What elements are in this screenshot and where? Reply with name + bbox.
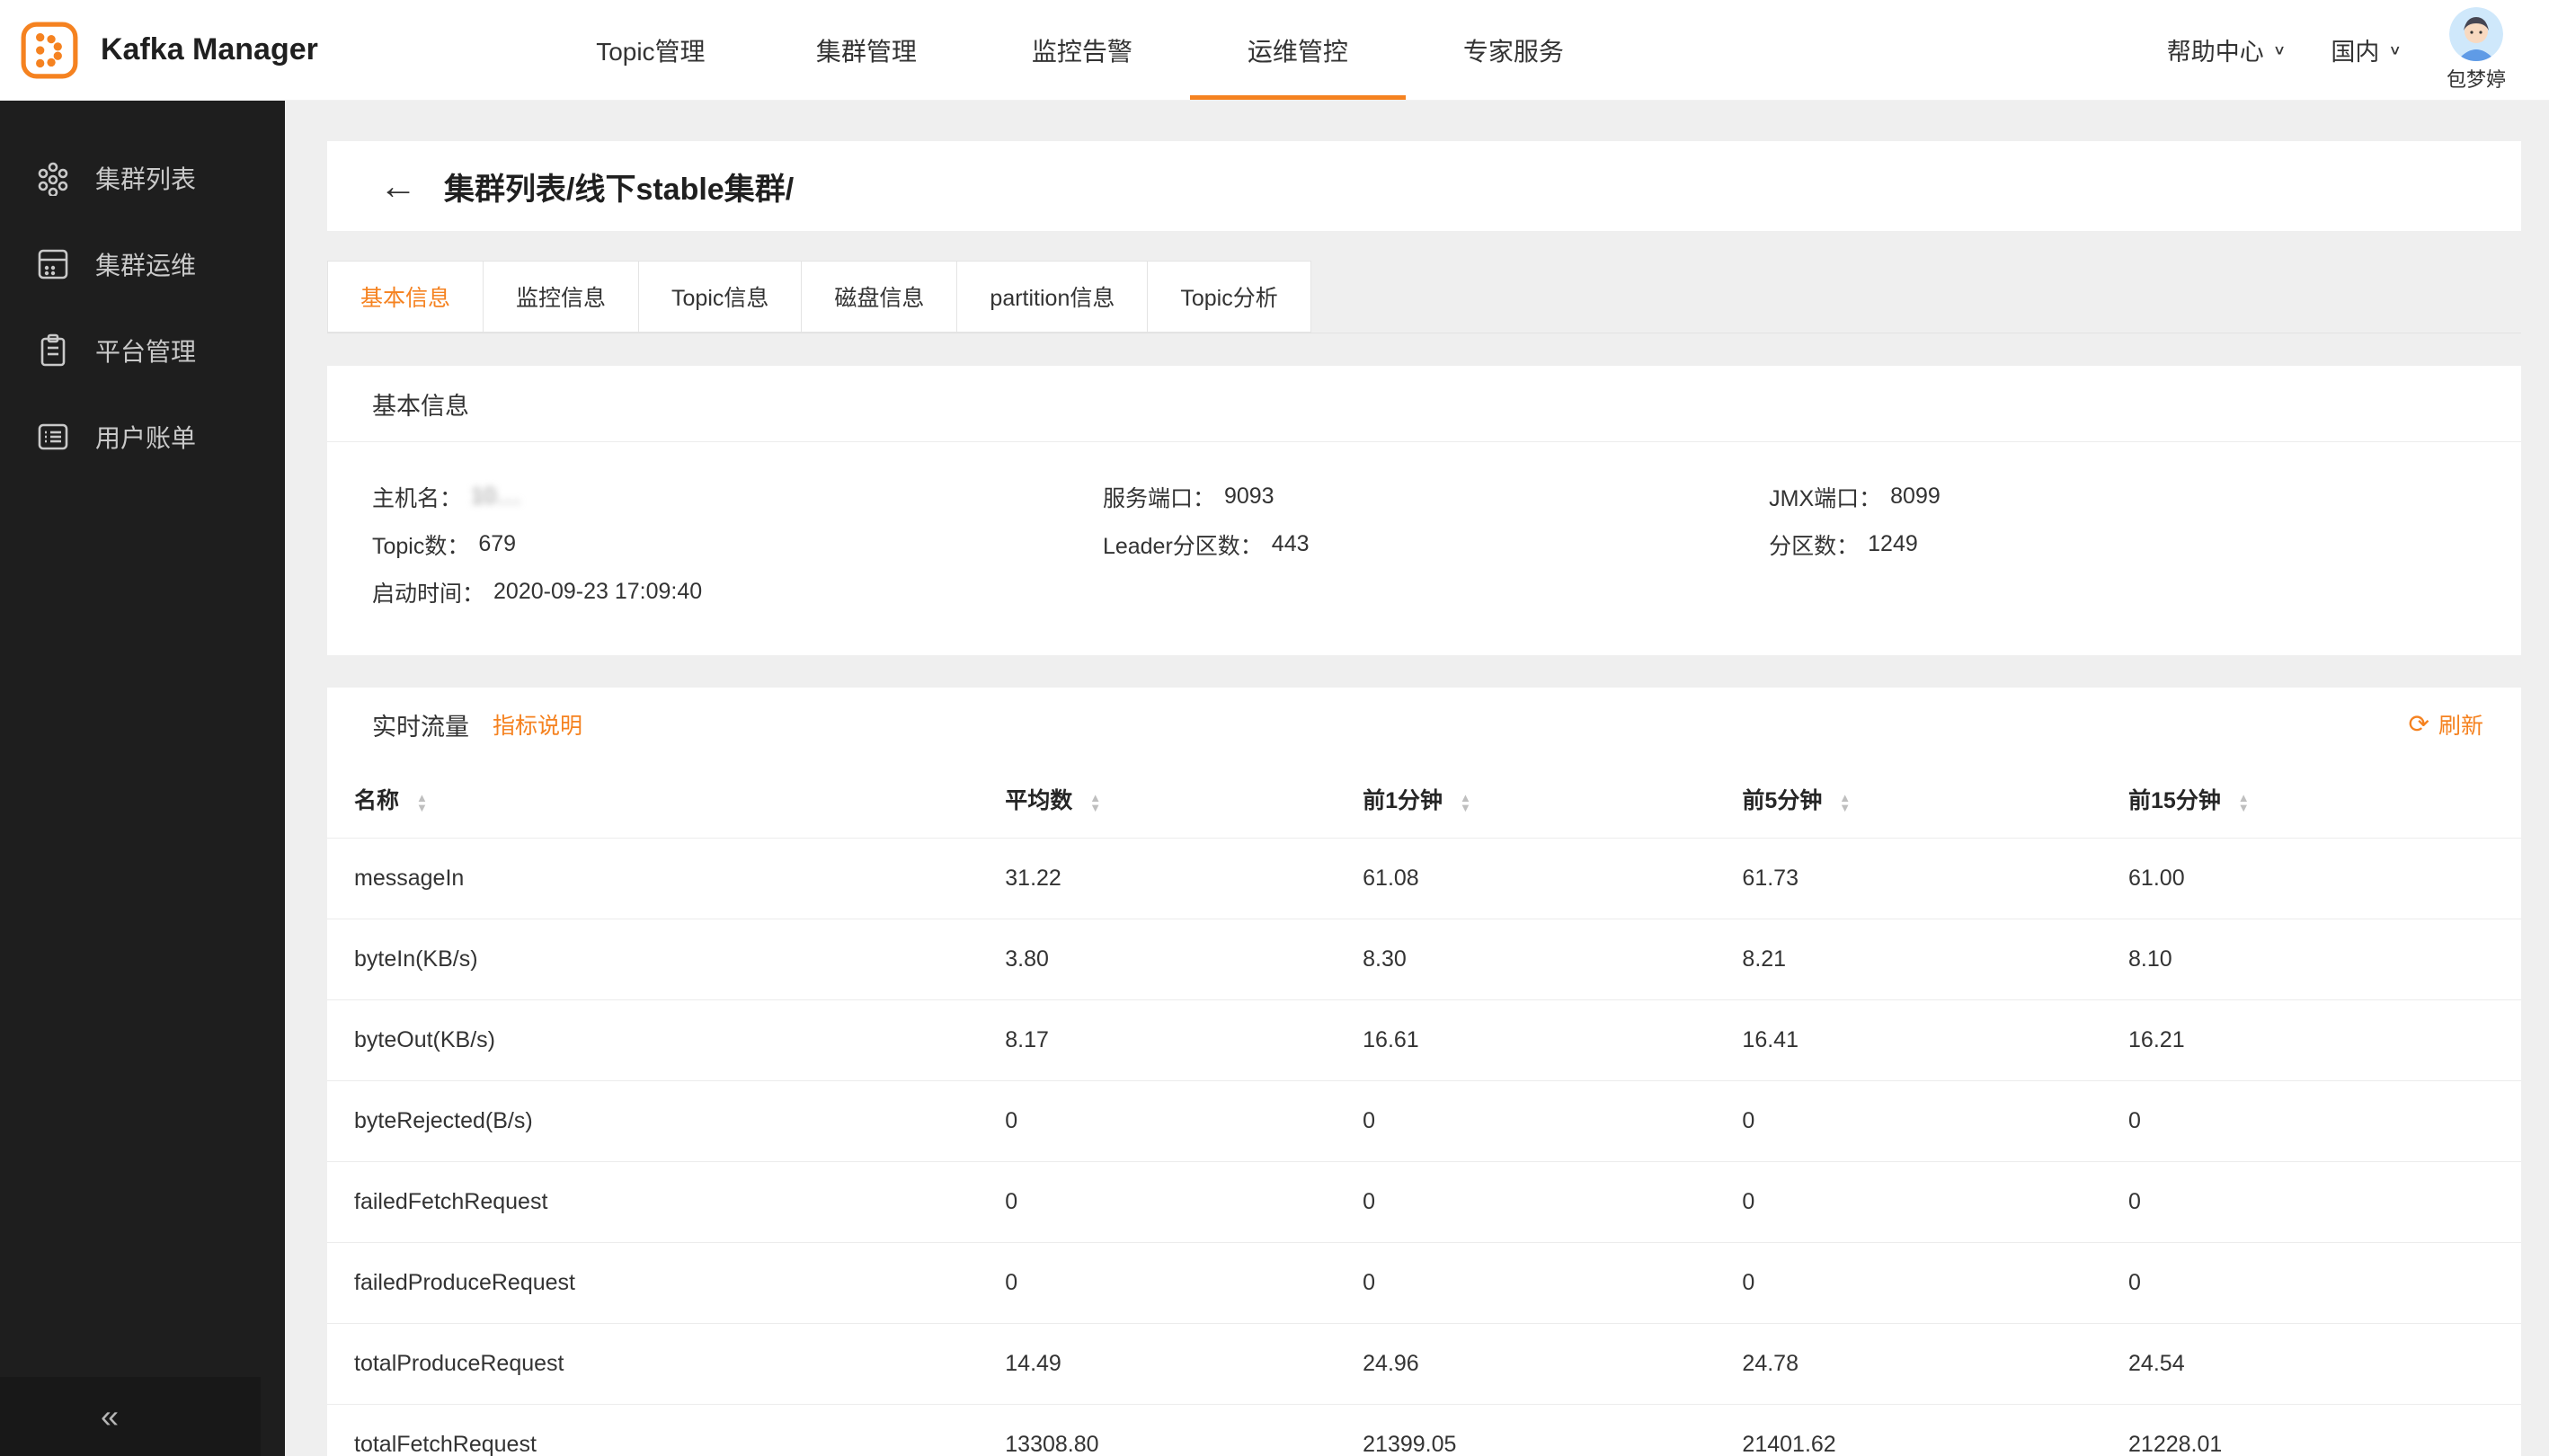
table-row: byteRejected(B/s) 0 0 0 0 (327, 1080, 2521, 1161)
field-jmx-port: JMX端口： 8099 (1769, 473, 2521, 520)
avatar (2449, 7, 2503, 61)
tab-topic-info[interactable]: Topic信息 (638, 261, 802, 333)
detail-tabs: 基本信息 监控信息 Topic信息 磁盘信息 partition信息 Topic… (327, 261, 2521, 333)
column-header-avg[interactable]: 平均数 ▲▼ (1005, 761, 1363, 838)
field-topic-count: Topic数： 679 (372, 520, 1103, 568)
chevron-down-icon: ∨ (2273, 41, 2287, 58)
chevron-down-icon: ∨ (2388, 41, 2402, 58)
cluster-ops-icon (34, 245, 72, 283)
app-title: Kafka Manager (101, 32, 318, 67)
platform-admin-icon (34, 332, 72, 369)
sidebar-item-label: 用户账单 (95, 419, 196, 455)
refresh-icon: ⟳ (2409, 712, 2429, 737)
nav-item-monitor[interactable]: 监控告警 (974, 0, 1190, 100)
field-start-time: 启动时间： 2020-09-23 17:09:40 (372, 568, 1103, 616)
tab-basic-info[interactable]: 基本信息 (327, 261, 484, 333)
field-leader-partition-count: Leader分区数： 443 (1103, 520, 1769, 568)
tab-topic-analysis[interactable]: Topic分析 (1147, 261, 1310, 333)
app-logo (20, 21, 79, 80)
field-hostname: 主机名： 10.... (372, 473, 1103, 520)
sort-icon[interactable]: ▲▼ (1839, 793, 1851, 812)
table-row: byteOut(KB/s) 8.17 16.61 16.41 16.21 (327, 999, 2521, 1080)
sidebar: 集群列表 集群运维 (0, 101, 285, 1456)
table-row: byteIn(KB/s) 3.80 8.30 8.21 8.10 (327, 919, 2521, 999)
column-header-1min[interactable]: 前1分钟 ▲▼ (1363, 761, 1742, 838)
table-row: totalProduceRequest 14.49 24.96 24.78 24… (327, 1323, 2521, 1404)
column-header-5min[interactable]: 前5分钟 ▲▼ (1742, 761, 2128, 838)
user-menu[interactable]: 包梦婷 (2447, 7, 2506, 93)
nav-item-topic[interactable]: Topic管理 (543, 0, 759, 100)
sort-icon[interactable]: ▲▼ (1460, 793, 1471, 812)
sidebar-collapse-button[interactable]: « (0, 1377, 261, 1456)
sidebar-item-label: 集群运维 (95, 246, 196, 282)
column-header-name[interactable]: 名称 ▲▼ (327, 761, 1005, 838)
collapse-icon: « (101, 1398, 119, 1435)
tab-monitor-info[interactable]: 监控信息 (483, 261, 639, 333)
nav-item-ops[interactable]: 运维管控 (1190, 0, 1406, 100)
sort-icon[interactable]: ▲▼ (2238, 793, 2250, 812)
table-row: messageIn 31.22 61.08 61.73 61.00 (327, 838, 2521, 919)
basic-info-fields: 主机名： 10.... 服务端口： 9093 JMX端口： 8099 Topic… (327, 442, 2521, 655)
sort-icon[interactable]: ▲▼ (416, 793, 428, 812)
region-selector[interactable]: 国内 ∨ (2331, 32, 2402, 67)
traffic-title: 实时流量 (372, 707, 469, 742)
top-nav-menu: Topic管理 集群管理 监控告警 运维管控 专家服务 (543, 0, 1621, 100)
field-service-port: 服务端口： 9093 (1103, 473, 1769, 520)
column-header-15min[interactable]: 前15分钟 ▲▼ (2128, 761, 2521, 838)
field-partition-count: 分区数： 1249 (1769, 520, 2521, 568)
nav-item-cluster[interactable]: 集群管理 (759, 0, 974, 100)
metric-description-link[interactable]: 指标说明 (493, 708, 582, 741)
tab-disk-info[interactable]: 磁盘信息 (801, 261, 957, 333)
page-title: 集群列表/线下stable集群/ (444, 164, 794, 209)
table-row: failedProduceRequest 0 0 0 0 (327, 1242, 2521, 1323)
back-arrow-icon: ← (379, 164, 417, 207)
tab-partition-info[interactable]: partition信息 (956, 261, 1148, 333)
sidebar-item-platform-admin[interactable]: 平台管理 (0, 307, 285, 394)
basic-info-title: 基本信息 (327, 366, 2521, 442)
nav-item-expert[interactable]: 专家服务 (1406, 0, 1621, 100)
table-row: failedFetchRequest 0 0 0 0 (327, 1161, 2521, 1242)
main-content: ← 集群列表/线下stable集群/ 基本信息 监控信息 Topic信息 磁盘信… (285, 101, 2549, 1456)
traffic-table: 名称 ▲▼ 平均数 ▲▼ 前1分钟 ▲▼ 前5分钟 ▲▼ (327, 761, 2521, 1456)
sidebar-item-user-billing[interactable]: 用户账单 (0, 394, 285, 480)
user-name: 包梦婷 (2447, 64, 2506, 93)
back-button[interactable]: ← (379, 167, 417, 205)
table-header-row: 名称 ▲▼ 平均数 ▲▼ 前1分钟 ▲▼ 前5分钟 ▲▼ (327, 761, 2521, 838)
traffic-header: 实时流量 指标说明 ⟳ 刷新 (327, 688, 2521, 761)
basic-info-card: 基本信息 主机名： 10.... 服务端口： 9093 JMX端口： 8099 … (327, 366, 2521, 655)
cluster-list-icon (34, 159, 72, 197)
user-billing-icon (34, 418, 72, 456)
topnav-right: 帮助中心 ∨ 国内 ∨ 包梦婷 (2167, 7, 2549, 93)
sidebar-item-label: 集群列表 (95, 160, 196, 196)
sidebar-item-label: 平台管理 (95, 333, 196, 368)
refresh-button[interactable]: ⟳ 刷新 (2409, 708, 2483, 741)
sort-icon[interactable]: ▲▼ (1089, 793, 1101, 812)
realtime-traffic-card: 实时流量 指标说明 ⟳ 刷新 名称 ▲▼ 平均数 ▲▼ (327, 688, 2521, 1456)
sidebar-item-cluster-list[interactable]: 集群列表 (0, 135, 285, 221)
sidebar-item-cluster-ops[interactable]: 集群运维 (0, 221, 285, 307)
top-navbar: Kafka Manager Topic管理 集群管理 监控告警 运维管控 专家服… (0, 0, 2549, 101)
table-row: totalFetchRequest 13308.80 21399.05 2140… (327, 1404, 2521, 1456)
breadcrumb-bar: ← 集群列表/线下stable集群/ (327, 141, 2521, 231)
help-center-menu[interactable]: 帮助中心 ∨ (2167, 32, 2287, 67)
